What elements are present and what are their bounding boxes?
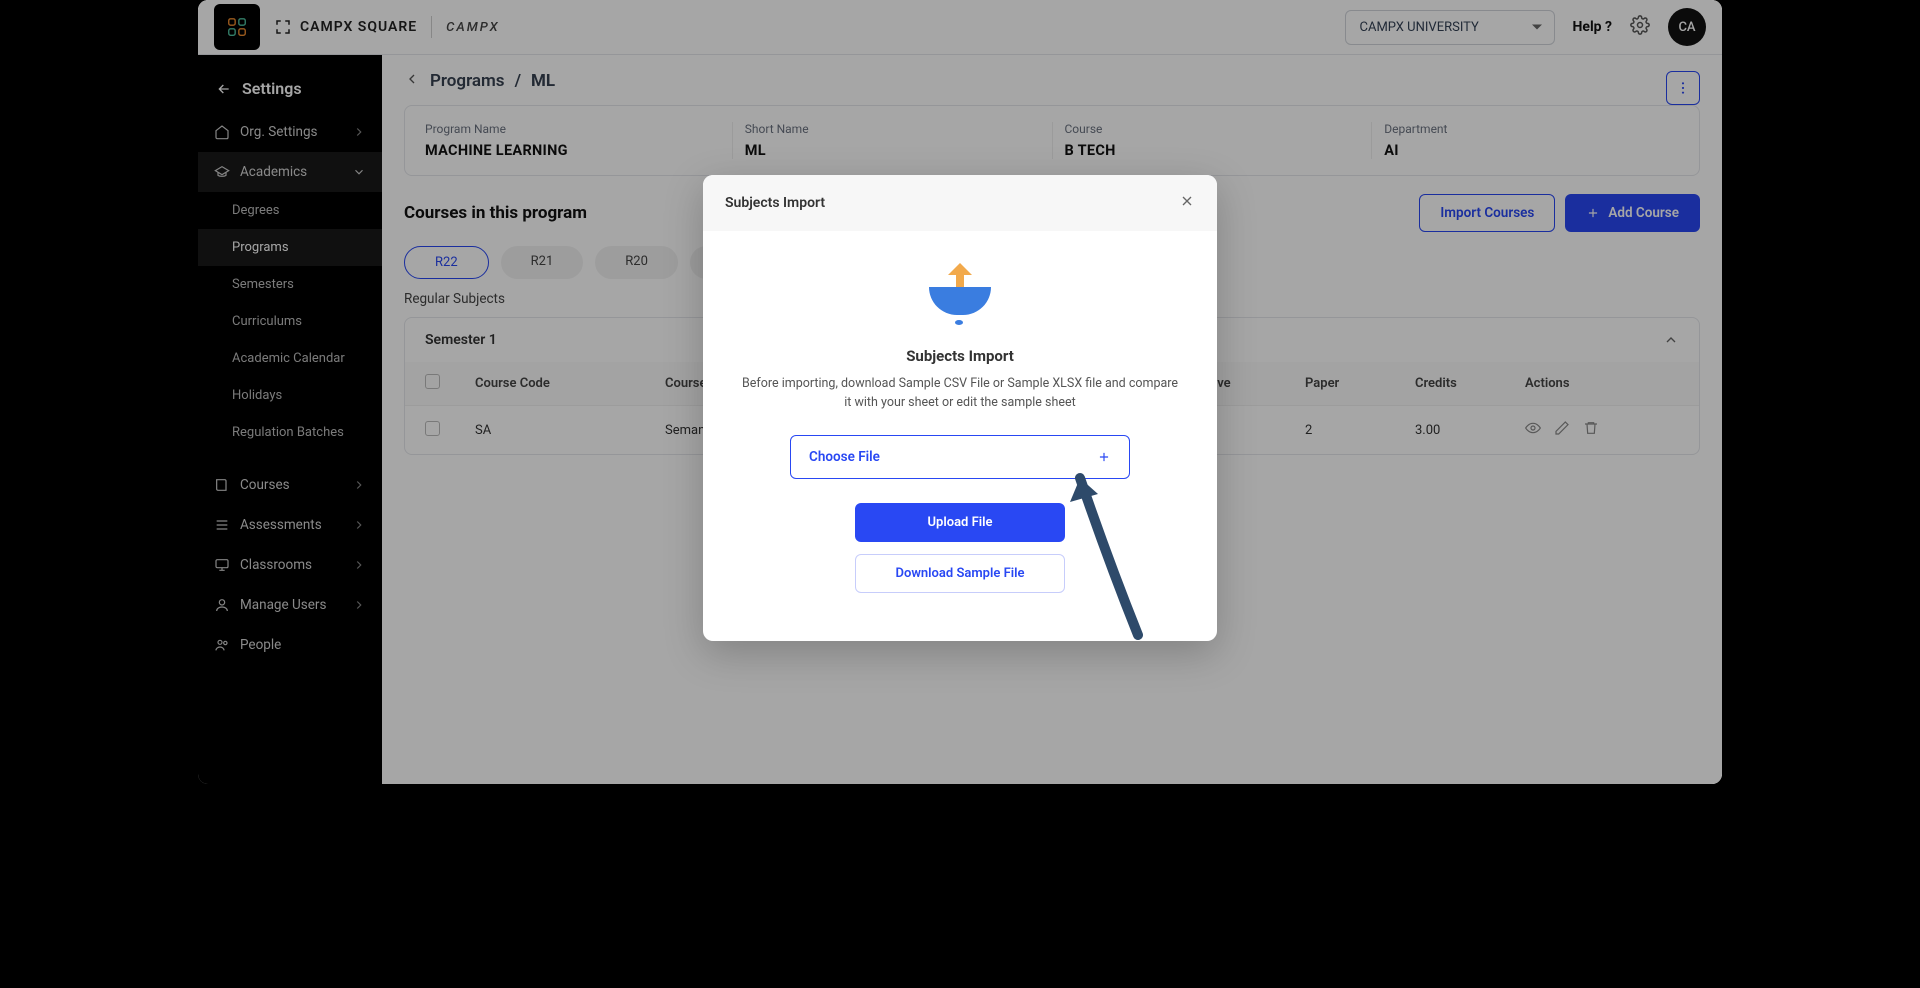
upload-illustration <box>925 259 995 329</box>
choose-file-button[interactable]: Choose File <box>790 435 1130 479</box>
close-icon[interactable] <box>1179 193 1195 213</box>
choose-file-label: Choose File <box>809 449 880 465</box>
download-sample-button[interactable]: Download Sample File <box>855 554 1065 593</box>
modal-title: Subjects Import <box>725 195 825 211</box>
modal-heading: Subjects Import <box>739 347 1181 365</box>
modal-description: Before importing, download Sample CSV Fi… <box>739 375 1181 413</box>
subjects-import-modal: Subjects Import Subjects Import Before i… <box>703 175 1217 641</box>
upload-file-button[interactable]: Upload File <box>855 503 1065 542</box>
plus-icon <box>1097 450 1111 464</box>
